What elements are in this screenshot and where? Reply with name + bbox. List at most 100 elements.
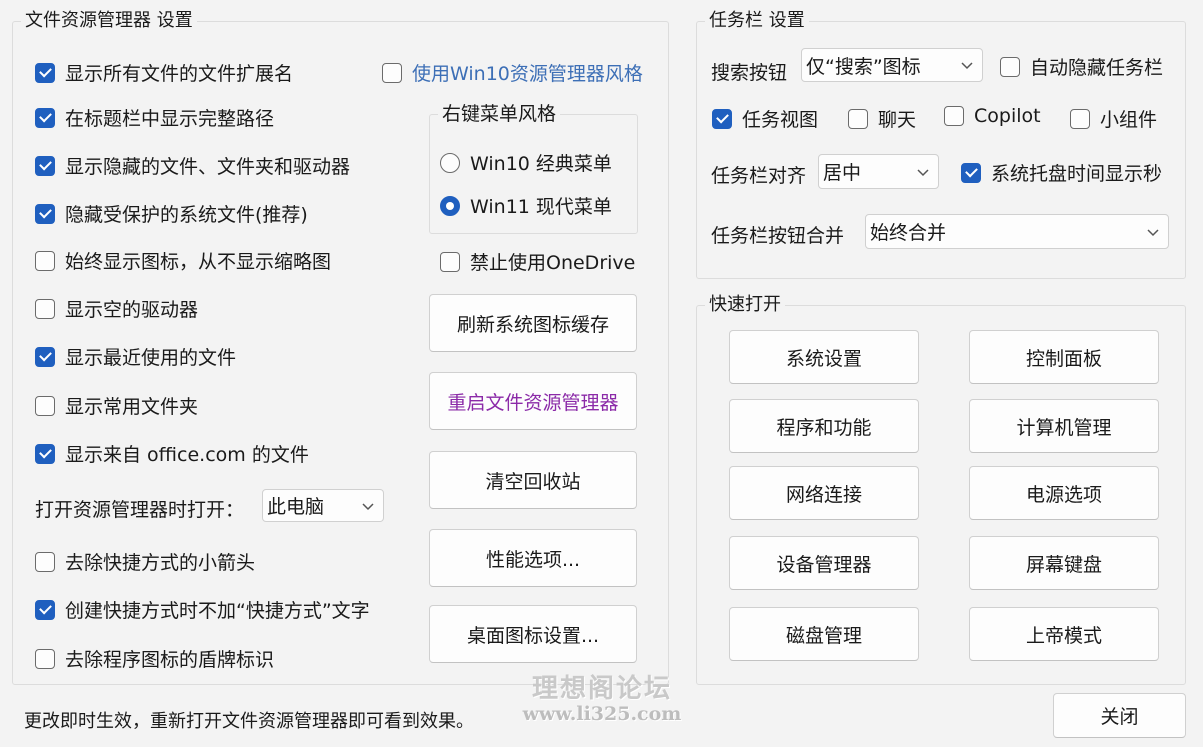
computer-management-button[interactable]: 计算机管理 [969, 399, 1159, 453]
show-recent-files-label: 显示最近使用的文件 [65, 347, 237, 369]
show-hidden-checkbox[interactable]: 显示隐藏的文件、文件夹和驱动器 [35, 152, 350, 179]
show-recent-files-checkbox[interactable]: 显示最近使用的文件 [35, 343, 236, 370]
copilot-checkbox[interactable]: Copilot [944, 105, 1041, 127]
checkbox-box [440, 251, 460, 272]
auto-hide-taskbar-label: 自动隐藏任务栏 [1030, 57, 1164, 79]
tray-seconds-label: 系统托盘时间显示秒 [991, 163, 1163, 185]
watermark-url: www.li325.com [522, 703, 682, 725]
explorer-settings-title: 文件资源管理器 设置 [21, 10, 197, 32]
checkbox-box [35, 395, 55, 416]
performance-options-button[interactable]: 性能选项... [429, 529, 637, 587]
chat-label: 聊天 [878, 109, 917, 131]
desktop-icon-settings-button[interactable]: 桌面图标设置... [429, 605, 637, 663]
checkbox-box [1000, 56, 1020, 77]
show-extensions-label: 显示所有文件的文件扩展名 [65, 63, 294, 85]
radio-circle [440, 152, 460, 173]
show-hidden-label: 显示隐藏的文件、文件夹和驱动器 [65, 156, 351, 178]
checkbox-box [35, 551, 55, 572]
chat-checkbox[interactable]: 聊天 [848, 105, 916, 132]
hide-protected-checkbox[interactable]: 隐藏受保护的系统文件(推荐) [35, 200, 308, 227]
always-icons-checkbox[interactable]: 始终显示图标，从不显示缩略图 [35, 247, 331, 274]
remove-shortcut-arrow-checkbox[interactable]: 去除快捷方式的小箭头 [35, 548, 255, 575]
open-explorer-select[interactable]: 此电脑 [262, 489, 384, 522]
taskbar-combine-value: 始终合并 [870, 222, 947, 244]
checkbox-box [961, 162, 981, 183]
checkbox-box [35, 346, 55, 367]
restart-explorer-button[interactable]: 重启文件资源管理器 [429, 372, 637, 430]
show-frequent-folders-checkbox[interactable]: 显示常用文件夹 [35, 392, 198, 419]
chevron-down-icon [961, 62, 973, 70]
show-empty-drives-label: 显示空的驱动器 [65, 299, 199, 321]
checkbox-box [382, 62, 402, 83]
search-button-label: 搜索按钮 [711, 62, 788, 84]
taskbar-align-value: 居中 [823, 162, 862, 184]
search-button-value: 仅“搜索”图标 [806, 55, 921, 78]
taskbar-align-select[interactable]: 居中 [818, 154, 939, 189]
checkbox-box [35, 203, 55, 224]
chevron-down-icon [917, 168, 929, 176]
disable-onedrive-label: 禁止使用OneDrive [470, 252, 636, 274]
context-menu-win10-radio[interactable]: Win10 经典菜单 [440, 149, 612, 176]
remove-shield-label: 去除程序图标的盾牌标识 [65, 649, 275, 671]
status-message: 更改即时生效，重新打开文件资源管理器即可看到效果。 [24, 711, 474, 732]
checkbox-box [848, 108, 868, 129]
refresh-icon-cache-button[interactable]: 刷新系统图标缓存 [429, 294, 637, 352]
always-icons-label: 始终显示图标，从不显示缩略图 [65, 251, 332, 273]
show-frequent-folders-label: 显示常用文件夹 [65, 396, 199, 418]
task-view-checkbox[interactable]: 任务视图 [712, 105, 818, 132]
open-explorer-value: 此电脑 [267, 496, 325, 518]
taskbar-combine-select[interactable]: 始终合并 [865, 214, 1169, 249]
win10-explorer-style-label: 使用Win10资源管理器风格 [412, 63, 643, 85]
context-menu-title: 右键菜单风格 [438, 103, 561, 125]
hide-protected-label: 隐藏受保护的系统文件(推荐) [65, 204, 308, 226]
search-button-select[interactable]: 仅“搜索”图标 [801, 48, 983, 82]
device-manager-button[interactable]: 设备管理器 [729, 536, 919, 590]
checkbox-box [35, 155, 55, 176]
empty-recycle-bin-button[interactable]: 清空回收站 [429, 451, 637, 509]
context-menu-win11-radio[interactable]: Win11 现代菜单 [440, 192, 612, 219]
taskbar-align-label: 任务栏对齐 [711, 165, 807, 187]
power-options-button[interactable]: 电源选项 [969, 466, 1159, 520]
checkbox-box [35, 298, 55, 319]
close-button[interactable]: 关闭 [1053, 693, 1186, 738]
remove-shortcut-arrow-label: 去除快捷方式的小箭头 [65, 552, 256, 574]
show-office-files-label: 显示来自 office.com 的文件 [65, 444, 309, 466]
checkbox-box [35, 443, 55, 464]
checkbox-box [35, 599, 55, 620]
system-settings-button[interactable]: 系统设置 [729, 330, 919, 384]
full-path-title-label: 在标题栏中显示完整路径 [65, 108, 275, 130]
chevron-down-icon [362, 502, 374, 510]
radio-circle [440, 195, 460, 216]
tray-seconds-checkbox[interactable]: 系统托盘时间显示秒 [961, 159, 1162, 186]
checkbox-box [35, 250, 55, 271]
show-office-files-checkbox[interactable]: 显示来自 office.com 的文件 [35, 440, 309, 467]
chevron-down-icon [1147, 228, 1159, 236]
network-connections-button[interactable]: 网络连接 [729, 466, 919, 520]
checkbox-box [944, 106, 964, 126]
taskbar-combine-label: 任务栏按钮合并 [711, 225, 845, 247]
programs-features-button[interactable]: 程序和功能 [729, 399, 919, 453]
checkbox-box [35, 62, 55, 83]
show-extensions-checkbox[interactable]: 显示所有文件的文件扩展名 [35, 59, 293, 86]
context-menu-win11-label: Win11 现代菜单 [470, 196, 612, 218]
disk-management-button[interactable]: 磁盘管理 [729, 607, 919, 661]
copilot-label: Copilot [974, 105, 1041, 127]
control-panel-button[interactable]: 控制面板 [969, 330, 1159, 384]
show-empty-drives-checkbox[interactable]: 显示空的驱动器 [35, 295, 198, 322]
task-view-label: 任务视图 [742, 109, 819, 131]
on-screen-keyboard-button[interactable]: 屏幕键盘 [969, 536, 1159, 590]
checkbox-box [35, 648, 55, 669]
open-explorer-label: 打开资源管理器时打开： [35, 499, 245, 521]
god-mode-button[interactable]: 上帝模式 [969, 607, 1159, 661]
remove-shield-checkbox[interactable]: 去除程序图标的盾牌标识 [35, 645, 274, 672]
checkbox-box [1070, 108, 1090, 129]
context-menu-win10-label: Win10 经典菜单 [470, 153, 612, 175]
auto-hide-taskbar-checkbox[interactable]: 自动隐藏任务栏 [1000, 53, 1163, 80]
full-path-title-checkbox[interactable]: 在标题栏中显示完整路径 [35, 104, 274, 131]
no-shortcut-text-label: 创建快捷方式时不加“快捷方式”文字 [65, 600, 370, 622]
no-shortcut-text-checkbox[interactable]: 创建快捷方式时不加“快捷方式”文字 [35, 596, 370, 623]
disable-onedrive-checkbox[interactable]: 禁止使用OneDrive [440, 248, 635, 275]
taskbar-settings-title: 任务栏 设置 [705, 10, 809, 32]
win10-explorer-style-checkbox[interactable]: 使用Win10资源管理器风格 [382, 59, 643, 86]
widgets-checkbox[interactable]: 小组件 [1070, 105, 1157, 132]
